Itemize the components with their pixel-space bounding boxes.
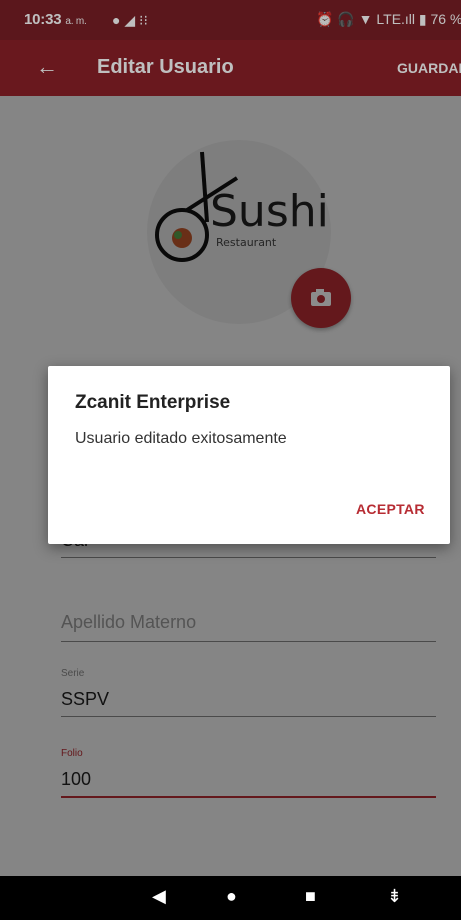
nav-home-icon[interactable]: ● <box>226 886 237 907</box>
nav-notifications-icon[interactable]: ⇟ <box>387 886 402 907</box>
nav-recents-icon[interactable]: ■ <box>305 886 316 907</box>
dialog-title: Zcanit Enterprise <box>75 392 231 413</box>
accept-button[interactable]: ACEPTAR <box>356 501 425 517</box>
toolbar-scrim <box>0 0 461 96</box>
dialog-message: Usuario editado exitosamente <box>75 430 287 447</box>
nav-back-icon[interactable]: ◀ <box>152 886 166 907</box>
navigation-bar: ◀ ● ■ ⇟ <box>0 876 461 920</box>
success-dialog: Zcanit Enterprise Usuario editado exitos… <box>48 366 450 544</box>
